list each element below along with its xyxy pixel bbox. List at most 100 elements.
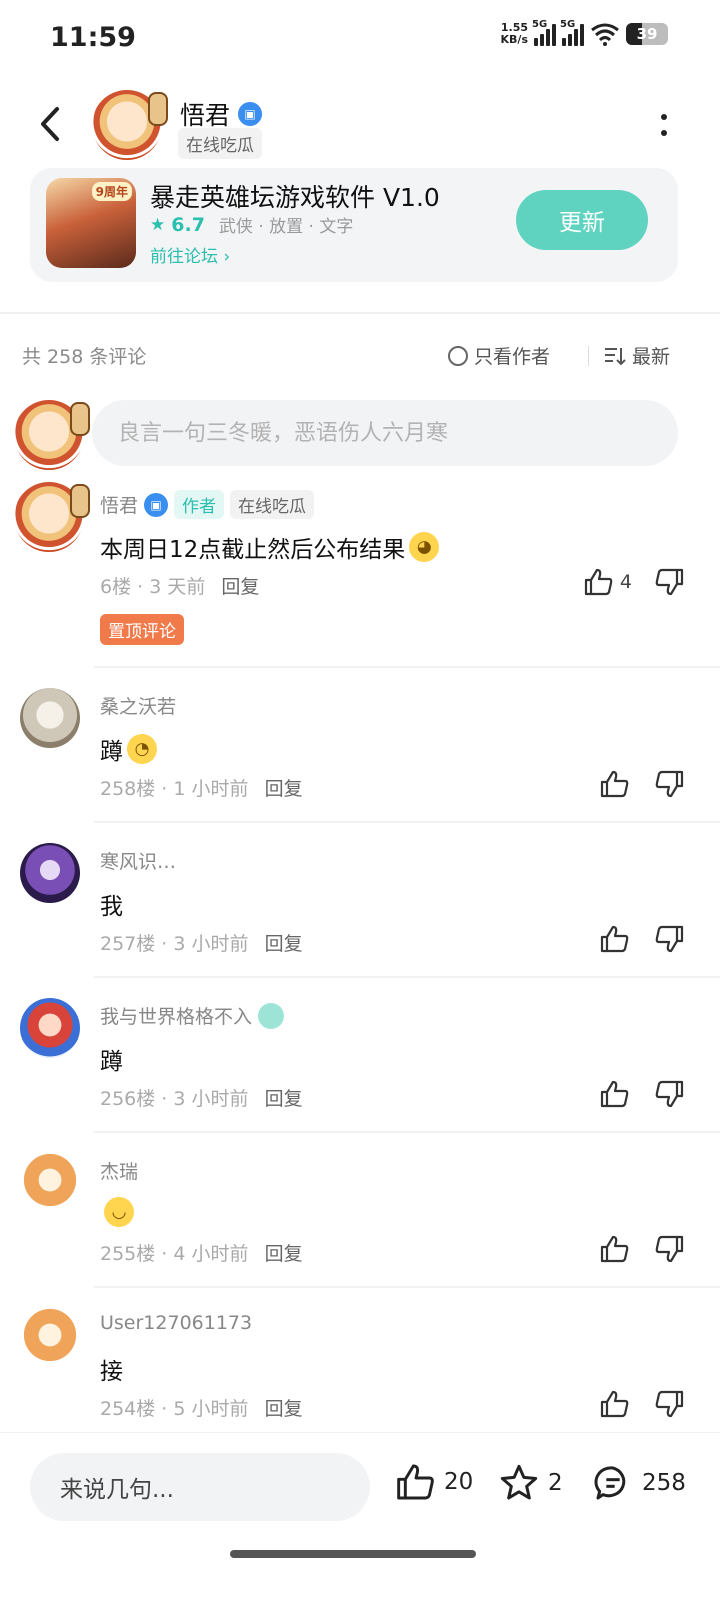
pinned-tag: 置顶评论 — [100, 614, 184, 645]
comment-avatar[interactable] — [20, 998, 80, 1058]
game-tags: 武侠 · 放置 · 文字 — [218, 217, 354, 237]
reply-button[interactable]: 回复 — [265, 933, 303, 955]
comments-button[interactable]: 258 — [592, 1463, 686, 1503]
user-badge-icon — [258, 1002, 285, 1029]
net-speed: 1.55 KB/s — [500, 21, 528, 46]
comment-avatar[interactable] — [14, 482, 90, 552]
comment-text: 本周日12点截止然后公布结果 ◕ — [100, 530, 440, 564]
comment-item: 桑之沃若 蹲 ◔ 258楼 · 1 小时前 回复 — [0, 688, 720, 808]
section-divider — [0, 312, 720, 314]
reply-button[interactable]: 回复 — [265, 1243, 303, 1265]
comment-bubble-icon — [594, 1466, 626, 1500]
like-button[interactable] — [600, 770, 630, 798]
comment-author[interactable]: 我与世界格格不入 — [100, 1002, 285, 1029]
comment-divider — [94, 821, 720, 823]
comment-meta: 258楼 · 1 小时前 回复 — [100, 778, 303, 800]
comment-meta: 255楼 · 4 小时前 回复 — [100, 1243, 303, 1265]
emoji-icon: ◔ — [127, 734, 157, 764]
dislike-button[interactable] — [654, 1235, 684, 1267]
thumbs-up-icon — [397, 1464, 434, 1500]
thumbs-down-icon — [655, 568, 684, 596]
comment-divider — [94, 666, 720, 668]
dislike-button[interactable] — [654, 770, 684, 802]
sort-icon — [605, 347, 626, 365]
comment-input[interactable] — [92, 400, 678, 466]
comment-divider — [94, 976, 720, 978]
thumbs-down-icon — [655, 1390, 684, 1418]
comment-avatar[interactable] — [20, 1308, 80, 1368]
comment-divider — [94, 1286, 720, 1288]
comment-item: 我与世界格格不入 蹲 256楼 · 3 小时前 回复 — [0, 998, 720, 1118]
back-button[interactable] — [30, 102, 70, 146]
game-meta: ★ 6.7 武侠 · 放置 · 文字 — [150, 212, 354, 238]
dislike-button[interactable] — [654, 925, 684, 957]
favorite-button[interactable]: 2 — [498, 1463, 563, 1503]
author-name[interactable]: 悟君 ▣ — [180, 96, 263, 132]
radio-unchecked-icon — [448, 345, 468, 366]
game-icon: 9周年 — [46, 178, 136, 268]
comment-item: 杰瑞 ◡ 255楼 · 4 小时前 回复 — [0, 1153, 720, 1273]
reply-button[interactable]: 回复 — [221, 576, 259, 598]
reply-button[interactable]: 回复 — [265, 1088, 303, 1110]
thumbs-up-icon — [600, 1235, 629, 1263]
like-button[interactable]: 4 — [584, 568, 632, 596]
forum-link[interactable]: 前往论坛 › — [150, 242, 230, 267]
battery-icon: 39 — [626, 23, 668, 45]
comment-item: 悟君 ▣ 作者 在线吃瓜 本周日12点截止然后公布结果 ◕ 6楼 · 3 天前 … — [0, 482, 720, 656]
thumbs-down-icon — [655, 770, 684, 798]
author-tag: 作者 — [174, 490, 225, 519]
dislike-button[interactable] — [654, 568, 684, 600]
like-button[interactable] — [600, 1235, 630, 1263]
home-indicator[interactable] — [230, 1550, 476, 1558]
game-title: 暴走英雄坛游戏软件 V1.0 — [150, 183, 440, 212]
comment-item: User127061173 接 254楼 · 5 小时前 回复 — [0, 1308, 720, 1428]
comment-author[interactable]: 寒风识… — [100, 847, 176, 874]
sort-button[interactable]: 最新 — [604, 342, 670, 369]
post-like-button[interactable]: 20 — [396, 1463, 473, 1501]
comment-author[interactable]: 桑之沃若 — [100, 692, 176, 719]
my-avatar — [14, 400, 90, 470]
thumbs-up-icon — [600, 925, 629, 953]
smile-emoji-icon: ◡ — [104, 1197, 134, 1227]
comment-text: 我 — [100, 894, 123, 920]
bottom-action-bar: 来说几句... 20 2 258 — [0, 1432, 720, 1600]
dislike-button[interactable] — [654, 1390, 684, 1422]
cellular-signal-icon-2: 5G — [560, 19, 584, 46]
toolbar-separator — [588, 346, 589, 366]
dislike-button[interactable] — [654, 1080, 684, 1112]
status-icons: 1.55 KB/s 5G 5G 39 — [500, 19, 668, 46]
thumbs-up-icon — [600, 1080, 629, 1108]
comment-avatar[interactable] — [20, 1153, 80, 1213]
wifi-icon — [591, 23, 619, 46]
like-button[interactable] — [600, 925, 630, 953]
comment-meta: 257楼 · 3 小时前 回复 — [100, 933, 303, 955]
cellular-signal-icon: 5G — [532, 19, 556, 46]
comment-text: 蹲 ◔ — [100, 732, 157, 766]
comment-author[interactable]: 杰瑞 — [100, 1157, 138, 1184]
more-options-button[interactable] — [652, 108, 676, 142]
comment-avatar[interactable] — [20, 843, 80, 903]
update-button[interactable]: 更新 — [516, 190, 648, 250]
only-author-toggle[interactable]: 只看作者 — [448, 342, 550, 369]
like-button[interactable] — [600, 1390, 630, 1418]
reply-button[interactable]: 回复 — [265, 778, 303, 800]
comment-meta: 254楼 · 5 小时前 回复 — [100, 1398, 303, 1420]
reply-button[interactable]: 回复 — [265, 1398, 303, 1420]
like-button[interactable] — [600, 1080, 630, 1108]
game-rating: 6.7 — [171, 213, 205, 236]
status-tag: 在线吃瓜 — [230, 490, 315, 519]
anniversary-badge: 9周年 — [91, 182, 132, 201]
thumbs-down-icon — [655, 1080, 684, 1108]
game-card[interactable]: 9周年 暴走英雄坛游戏软件 V1.0 ★ 6.7 武侠 · 放置 · 文字 前往… — [30, 168, 678, 282]
comment-author[interactable]: User127061173 — [100, 1312, 252, 1334]
comment-text: 接 — [100, 1359, 123, 1385]
bottom-comment-input[interactable]: 来说几句... — [30, 1453, 370, 1521]
author-avatar[interactable] — [92, 90, 168, 160]
comment-author[interactable]: 悟君 ▣ 作者 在线吃瓜 — [100, 490, 315, 519]
star-icon: ★ — [150, 214, 166, 235]
thumbs-up-icon — [600, 770, 629, 798]
chevron-right-icon: › — [223, 247, 231, 267]
comment-avatar[interactable] — [20, 688, 80, 748]
status-time: 11:59 — [50, 22, 136, 53]
comment-text: 蹲 — [100, 1049, 123, 1075]
